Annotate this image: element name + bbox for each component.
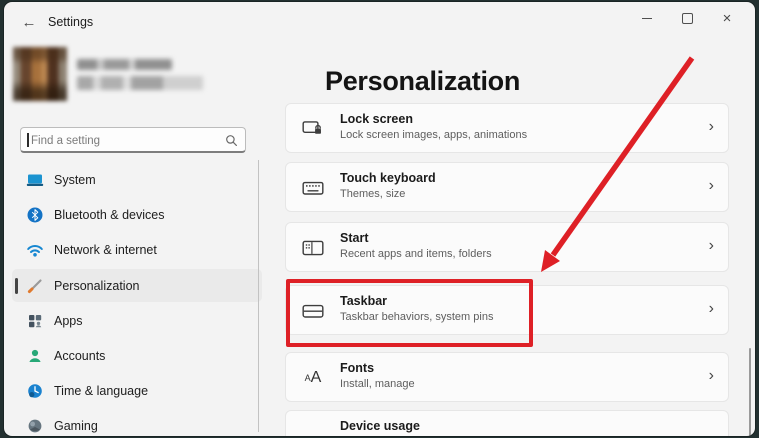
card-title: Device usage xyxy=(340,419,420,433)
apps-icon xyxy=(26,312,44,330)
gaming-icon xyxy=(26,417,44,435)
card-subtitle: Recent apps and items, folders xyxy=(340,248,492,260)
page-title: Personalization xyxy=(325,66,520,97)
touch-keyboard-icon xyxy=(301,176,325,200)
card-subtitle: Install, manage xyxy=(340,378,415,390)
user-email-redacted xyxy=(77,76,203,90)
search-icon xyxy=(225,134,238,147)
back-arrow-icon: ← xyxy=(22,14,37,31)
app-title: Settings xyxy=(48,15,93,29)
sidebar-item-label: Network & internet xyxy=(54,243,157,257)
fonts-icon: AA xyxy=(301,366,325,390)
sidebar-item-label: System xyxy=(54,173,96,187)
card-title: Fonts xyxy=(340,361,415,375)
close-button[interactable]: × xyxy=(707,6,747,30)
lock-screen-icon xyxy=(301,117,325,141)
sidebar-item-network[interactable]: Network & internet xyxy=(12,233,262,266)
card-subtitle: Themes, size xyxy=(340,188,436,200)
back-button[interactable]: ← xyxy=(18,11,40,33)
chevron-right-icon: › xyxy=(709,300,714,318)
minimize-button[interactable] xyxy=(627,6,667,30)
sidebar-item-label: Personalization xyxy=(54,279,139,293)
time-language-icon xyxy=(26,382,44,400)
sidebar-divider xyxy=(258,160,259,432)
sidebar-item-label: Apps xyxy=(54,314,83,328)
chevron-right-icon: › xyxy=(709,367,714,385)
minimize-icon xyxy=(642,18,652,19)
sidebar-item-label: Time & language xyxy=(54,384,148,398)
content-scrollbar[interactable] xyxy=(749,348,751,436)
card-device-usage[interactable]: Device usage xyxy=(285,410,729,436)
sidebar-item-apps[interactable]: Apps xyxy=(12,304,262,337)
close-icon: × xyxy=(723,11,732,26)
search-input[interactable] xyxy=(29,129,223,152)
search-box[interactable] xyxy=(20,127,246,153)
bluetooth-icon xyxy=(26,206,44,224)
card-title: Touch keyboard xyxy=(340,171,436,185)
sidebar-item-gaming[interactable]: Gaming xyxy=(12,409,262,436)
annotation-highlight-rect xyxy=(286,279,533,347)
maximize-icon xyxy=(682,13,693,24)
user-avatar xyxy=(13,47,67,101)
sidebar-item-label: Accounts xyxy=(54,349,105,363)
user-name-redacted xyxy=(77,59,172,70)
sidebar-item-label: Gaming xyxy=(54,419,98,433)
card-title: Lock screen xyxy=(340,112,527,126)
sidebar-item-label: Bluetooth & devices xyxy=(54,208,165,222)
maximize-button[interactable] xyxy=(667,6,707,30)
sidebar-item-accounts[interactable]: Accounts xyxy=(12,339,262,372)
system-icon xyxy=(26,171,44,189)
start-icon xyxy=(301,236,325,260)
sidebar-item-bluetooth[interactable]: Bluetooth & devices xyxy=(12,198,262,231)
sidebar-item-system[interactable]: System xyxy=(12,163,262,196)
selection-pill xyxy=(15,278,18,294)
card-fonts[interactable]: AA Fonts Install, manage › xyxy=(285,352,729,402)
sidebar-item-time-language[interactable]: Time & language xyxy=(12,374,262,407)
sidebar-item-personalization[interactable]: Personalization xyxy=(12,269,262,302)
window-controls: × xyxy=(627,6,747,30)
personalization-icon xyxy=(26,277,44,295)
accounts-icon xyxy=(26,347,44,365)
card-title: Start xyxy=(340,231,492,245)
card-subtitle: Lock screen images, apps, animations xyxy=(340,129,527,141)
network-icon xyxy=(26,241,44,259)
annotation-arrow xyxy=(525,48,710,295)
